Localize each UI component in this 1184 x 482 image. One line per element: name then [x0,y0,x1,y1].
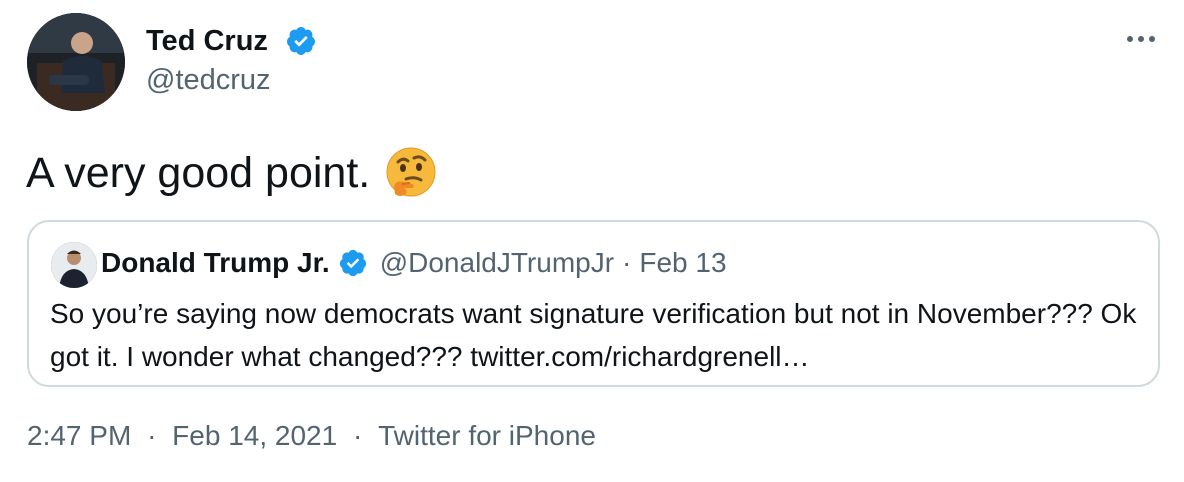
quoted-meta-separator: · [622,247,632,278]
tweet-text-body: A very good point. [26,149,371,197]
tweet-time[interactable]: 2:47 PM [27,420,131,452]
quoted-author-name[interactable]: Donald Trump Jr. [101,247,330,279]
author-avatar[interactable] [27,13,125,111]
tweet-date[interactable]: Feb 14, 2021 [172,420,337,452]
tweet-text: A very good point. [26,146,438,200]
author-handle[interactable]: @tedcruz [146,62,271,98]
quoted-verified-badge-icon [339,249,366,277]
quoted-author-avatar[interactable] [51,242,97,288]
footer-separator: · [147,420,157,451]
more-options-button[interactable] [1118,24,1164,54]
author-name[interactable]: Ted Cruz [146,22,268,60]
quoted-tweet-card[interactable]: Donald Trump Jr. @DonaldJTrumpJr · Feb 1… [27,220,1160,387]
quoted-avatar-photo [51,242,97,288]
quoted-tweet-date[interactable]: Feb 13 [639,247,726,279]
footer-separator: · [352,420,363,451]
quoted-author-handle[interactable]: @DonaldJTrumpJr [380,247,614,279]
quoted-tweet-text: So you’re saying now democrats want sign… [50,298,1137,372]
tweet-footer: 2:47 PM · Feb 14, 2021 · Twitter for iPh… [27,420,596,452]
quoted-tweet-header: Donald Trump Jr. @DonaldJTrumpJr · Feb 1… [101,247,727,279]
more-dots-icon [1127,36,1155,42]
avatar-photo [27,13,125,111]
thinking-face-icon [386,147,436,197]
tweet-source[interactable]: Twitter for iPhone [378,420,596,452]
verified-badge-icon [286,27,315,55]
